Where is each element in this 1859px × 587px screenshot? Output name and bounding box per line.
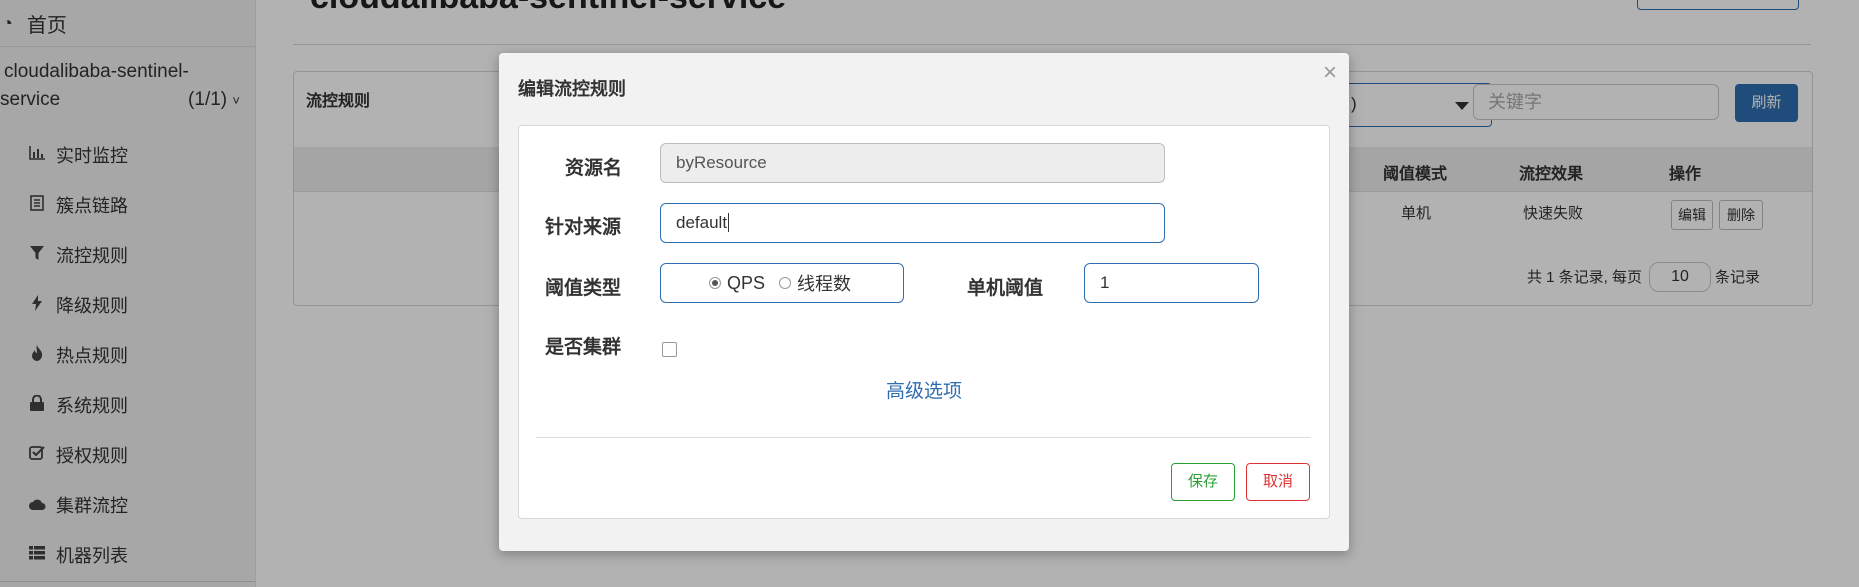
advanced-options-link[interactable]: 高级选项 <box>886 376 962 403</box>
cluster-label: 是否集群 <box>545 337 622 358</box>
qps-radio[interactable] <box>709 277 721 289</box>
qps-radio-label: QPS <box>727 272 766 293</box>
dialog-form: 资源名 byResource 针对来源 default 阈值类型 QPS 线程数… <box>518 125 1330 519</box>
threshold-type-radio-group: QPS 线程数 <box>660 263 904 303</box>
threshold-type-label: 阈值类型 <box>545 278 622 299</box>
edit-flow-rule-dialog: 编辑流控规则 × 资源名 byResource 针对来源 default 阈值类… <box>499 53 1349 551</box>
cluster-checkbox[interactable] <box>662 342 677 357</box>
thread-count-radio-label: 线程数 <box>797 274 852 294</box>
dialog-title: 编辑流控规则 <box>518 79 626 99</box>
resource-name-input[interactable]: byResource <box>660 143 1165 183</box>
origin-label: 针对来源 <box>545 217 622 238</box>
resource-label: 资源名 <box>565 158 623 179</box>
thread-count-radio[interactable] <box>779 277 792 289</box>
origin-input[interactable]: default <box>660 203 1165 243</box>
form-divider <box>536 437 1311 438</box>
threshold-label: 单机阈值 <box>967 278 1044 299</box>
origin-input-value: default <box>676 213 728 232</box>
threshold-input[interactable]: 1 <box>1084 263 1259 303</box>
close-icon[interactable]: × <box>1323 59 1337 87</box>
save-button[interactable]: 保存 <box>1171 463 1235 501</box>
cancel-button[interactable]: 取消 <box>1246 463 1310 501</box>
